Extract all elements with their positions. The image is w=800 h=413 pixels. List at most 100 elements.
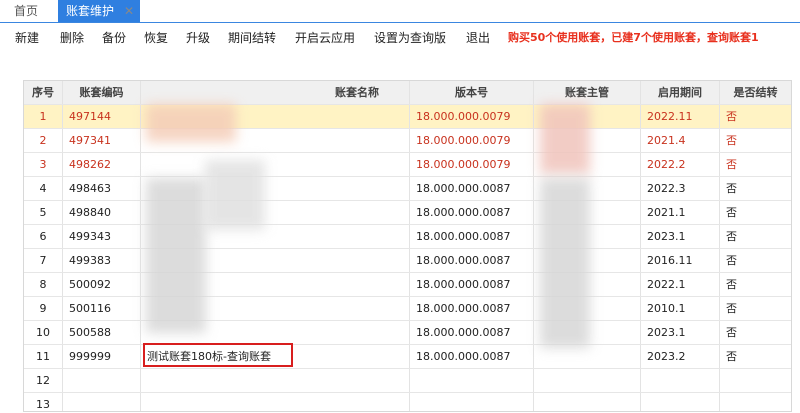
col-header-carryover[interactable]: 是否结转 [720, 81, 791, 104]
carryover-status [720, 393, 791, 411]
start-period [641, 393, 720, 411]
table-row[interactable]: 5 498840 18.000.000.0087 2021.1 否 [24, 201, 791, 225]
table-row[interactable]: 1 497144 18.000.000.0079 2022.11 否 [24, 105, 791, 129]
account-code: 497144 [63, 105, 141, 128]
start-period: 2021.1 [641, 201, 720, 224]
version-number: 18.000.000.0087 [410, 225, 534, 248]
toolbar: 新建 删除 备份 恢复 升级 期间结转 开启云应用 设置为查询版 退出 购买50… [0, 26, 800, 50]
upgrade-button[interactable]: 升级 [186, 26, 210, 50]
account-code: 497341 [63, 129, 141, 152]
table-row[interactable]: 2 497341 18.000.000.0079 2021.4 否 [24, 129, 791, 153]
row-no: 3 [24, 153, 63, 176]
account-code: 500116 [63, 297, 141, 320]
start-period: 2022.11 [641, 105, 720, 128]
carryover-status: 否 [726, 254, 737, 267]
tab-home[interactable]: 首页 [14, 0, 52, 22]
col-header-no[interactable]: 序号 [24, 81, 63, 104]
row-no: 13 [24, 393, 63, 411]
table-row[interactable]: 7 499383 18.000.000.0087 2016.11 否 [24, 249, 791, 273]
col-header-version[interactable]: 版本号 [410, 81, 534, 104]
account-name [141, 153, 410, 176]
redacted-region [540, 178, 590, 348]
col-header-period[interactable]: 启用期间 [641, 81, 720, 104]
table-row[interactable]: 13 [24, 393, 791, 411]
carryover-status: 否 [726, 278, 737, 291]
carryover-status: 否 [726, 134, 737, 147]
start-period: 2022.2 [641, 153, 720, 176]
account-code: 499383 [63, 249, 141, 272]
carryover-status: 否 [726, 110, 737, 123]
start-period: 2010.1 [641, 297, 720, 320]
account-code: 500588 [63, 321, 141, 344]
account-name [141, 369, 410, 392]
row-no: 1 [24, 105, 63, 128]
redacted-region [205, 160, 265, 230]
start-period: 2023.2 [641, 345, 720, 368]
backup-button[interactable]: 备份 [102, 26, 126, 50]
exit-button[interactable]: 退出 [466, 26, 490, 50]
account-code: 498463 [63, 177, 141, 200]
account-code [63, 393, 141, 411]
account-code: 498262 [63, 153, 141, 176]
account-quota-notice: 购买50个使用账套，已建7个使用账套，查询账套1 [508, 31, 759, 44]
table-row[interactable]: 4 498463 18.000.000.0087 2022.3 否 [24, 177, 791, 201]
account-name [141, 393, 410, 411]
version-number: 18.000.000.0087 [410, 273, 534, 296]
account-name: 测试账套180标-查询账套 [141, 345, 410, 368]
account-code [63, 369, 141, 392]
enable-cloud-button[interactable]: 开启云应用 [295, 26, 355, 50]
row-no: 10 [24, 321, 63, 344]
row-no: 6 [24, 225, 63, 248]
version-number: 18.000.000.0079 [410, 153, 534, 176]
row-no: 7 [24, 249, 63, 272]
restore-button[interactable]: 恢复 [144, 26, 168, 50]
table-row[interactable]: 11 999999 测试账套180标-查询账套 18.000.000.0087 2023… [24, 345, 791, 369]
carryover-status: 否 [726, 302, 737, 315]
new-button[interactable]: 新建 [15, 26, 39, 50]
period-carryover-button[interactable]: 期间结转 [228, 26, 276, 50]
carryover-status: 否 [726, 206, 737, 219]
account-manager [534, 369, 641, 392]
account-manager [534, 393, 641, 411]
version-number: 18.000.000.0087 [410, 177, 534, 200]
redacted-region [146, 104, 236, 142]
start-period [641, 369, 720, 392]
redacted-region [540, 104, 590, 174]
account-code: 999999 [63, 345, 141, 368]
account-code: 499343 [63, 225, 141, 248]
version-number: 18.000.000.0087 [410, 297, 534, 320]
table-row[interactable]: 6 499343 18.000.000.0087 2023.1 否 [24, 225, 791, 249]
table-row[interactable]: 8 500092 18.000.000.0087 2022.1 否 [24, 273, 791, 297]
delete-button[interactable]: 删除 [60, 26, 84, 50]
version-number [410, 369, 534, 392]
version-number [410, 393, 534, 411]
version-number: 18.000.000.0087 [410, 345, 534, 368]
table-header: 序号 账套编码 账套名称 版本号 账套主管 启用期间 是否结转 [24, 81, 791, 105]
version-number: 18.000.000.0079 [410, 105, 534, 128]
carryover-status: 否 [726, 350, 737, 363]
table-row[interactable]: 3 498262 18.000.000.0079 2022.2 否 [24, 153, 791, 177]
carryover-status: 否 [726, 158, 737, 171]
col-header-code[interactable]: 账套编码 [63, 81, 141, 104]
row-no: 12 [24, 369, 63, 392]
version-number: 18.000.000.0087 [410, 249, 534, 272]
table-row[interactable]: 12 [24, 369, 791, 393]
col-header-manager[interactable]: 账套主管 [534, 81, 641, 104]
table-row[interactable]: 9 500116 18.000.000.0087 2010.1 否 [24, 297, 791, 321]
close-icon[interactable]: ✕ [124, 0, 134, 22]
account-code: 498840 [63, 201, 141, 224]
version-number: 18.000.000.0087 [410, 201, 534, 224]
carryover-status: 否 [726, 182, 737, 195]
carryover-status: 否 [726, 230, 737, 243]
version-number: 18.000.000.0079 [410, 129, 534, 152]
account-manager [534, 345, 641, 368]
start-period: 2023.1 [641, 321, 720, 344]
col-header-name[interactable]: 账套名称 [141, 81, 410, 104]
table-row[interactable]: 10 500588 18.000.000.0087 2023.1 否 [24, 321, 791, 345]
start-period: 2016.11 [641, 249, 720, 272]
row-no: 8 [24, 273, 63, 296]
redacted-region [146, 178, 206, 333]
row-no: 2 [24, 129, 63, 152]
start-period: 2021.4 [641, 129, 720, 152]
set-query-version-button[interactable]: 设置为查询版 [374, 26, 446, 50]
